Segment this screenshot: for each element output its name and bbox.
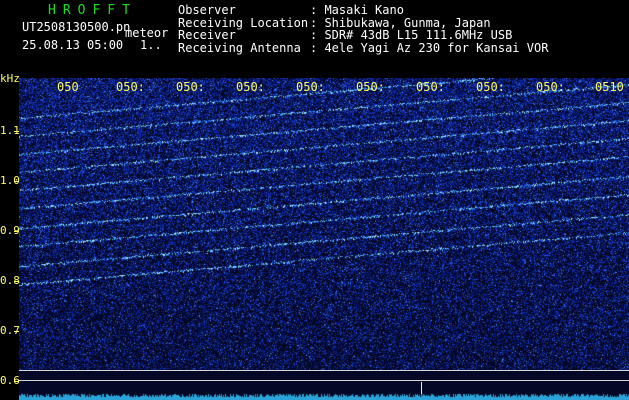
info-value: : Masaki Kano	[310, 3, 404, 17]
spectrogram-area[interactable]	[19, 78, 629, 400]
info-value: : SDR# 43dB L15 111.6MHz USB	[310, 28, 513, 42]
info-value: : 4ele Yagi Az 230 for Kansai VOR	[310, 40, 549, 55]
x-tick-label: 050	[57, 80, 79, 94]
x-tick-label: 050:	[116, 80, 145, 94]
x-tick-label: 050:	[296, 80, 325, 94]
y-tick-mark	[14, 181, 19, 182]
x-tick-label: 050:	[176, 80, 205, 94]
x-tick-label: 050:	[536, 80, 565, 94]
y-tick-mark	[14, 131, 19, 132]
time-marker	[421, 382, 422, 394]
baseline-upper	[19, 370, 629, 371]
y-tick-mark	[14, 381, 19, 382]
spectrogram-canvas[interactable]	[19, 78, 629, 400]
baseline-lower	[19, 380, 629, 381]
info-row-receiver: Receiver : SDR# 43dB L15 111.6MHz USB	[178, 29, 548, 42]
info-label: Receiving Antenna	[178, 40, 301, 55]
x-tick-label: 050:	[416, 80, 445, 94]
station-info: Observer: Masaki Kano Receiving Location…	[178, 4, 548, 54]
info-label: Receiver	[178, 28, 236, 42]
date-time: 25.08.13 05:00	[22, 38, 124, 52]
y-tick-mark	[14, 231, 19, 232]
info-label: Observer	[178, 3, 236, 17]
info-row-antenna: Receiving Antenna : 4ele Yagi Az 230 for …	[178, 40, 549, 55]
app-title: HROFFT	[48, 3, 137, 18]
info-row-observer: Observer : Masaki Kano	[178, 4, 548, 17]
y-tick-mark	[14, 331, 19, 332]
x-tick-label: 0510	[595, 80, 624, 94]
x-tick-label: 050:	[476, 80, 505, 94]
x-tick-label: 050:	[356, 80, 385, 94]
x-tick-label: 050:	[236, 80, 265, 94]
y-axis-unit: kHz	[0, 72, 20, 85]
count-label: 1..	[140, 38, 162, 52]
y-tick-mark	[14, 281, 19, 282]
file-name: UT2508130500.pn	[22, 20, 131, 34]
